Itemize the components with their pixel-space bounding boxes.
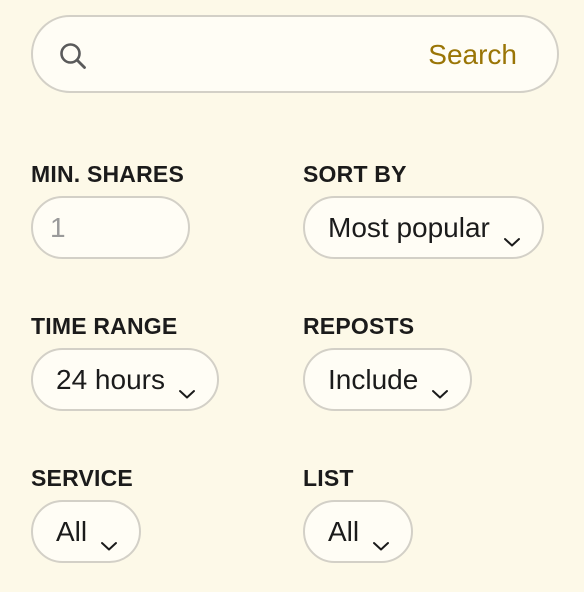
min-shares-label: MIN. SHARES <box>31 161 184 187</box>
sort-by-value: Most popular <box>328 211 490 243</box>
search-icon <box>58 41 88 71</box>
sort-by-label: SORT BY <box>303 161 407 187</box>
time-range-field: TIME RANGE 24 hours <box>31 312 271 412</box>
service-value: All <box>56 515 88 547</box>
chevron-down-icon <box>503 223 521 246</box>
time-range-value: 24 hours <box>56 363 165 395</box>
chevron-down-icon <box>100 527 118 550</box>
chevron-down-icon <box>431 375 449 398</box>
min-shares-input[interactable] <box>31 196 190 259</box>
list-select[interactable]: All <box>303 500 414 563</box>
list-label: LIST <box>303 465 354 491</box>
chevron-down-icon <box>372 527 390 550</box>
time-range-select[interactable]: 24 hours <box>31 348 219 411</box>
reposts-label: REPOSTS <box>303 313 415 339</box>
sort-by-select[interactable]: Most popular <box>303 196 544 259</box>
reposts-field: REPOSTS Include <box>303 312 543 412</box>
service-field: SERVICE All <box>31 464 231 564</box>
service-select[interactable]: All <box>31 500 142 563</box>
filter-panel: Search MIN. SHARES SORT BY Most popular … <box>0 0 584 592</box>
search-input[interactable] <box>105 29 439 83</box>
list-field: LIST All <box>303 464 503 564</box>
reposts-select[interactable]: Include <box>303 348 473 411</box>
search-bar[interactable]: Search <box>31 15 559 93</box>
reposts-value: Include <box>328 363 419 395</box>
min-shares-field: MIN. SHARES <box>31 160 231 260</box>
chevron-down-icon <box>178 375 196 398</box>
list-value: All <box>328 515 360 547</box>
service-label: SERVICE <box>31 465 133 491</box>
search-button[interactable]: Search <box>428 37 517 73</box>
time-range-label: TIME RANGE <box>31 313 178 339</box>
sort-by-field: SORT BY Most popular <box>303 160 563 260</box>
